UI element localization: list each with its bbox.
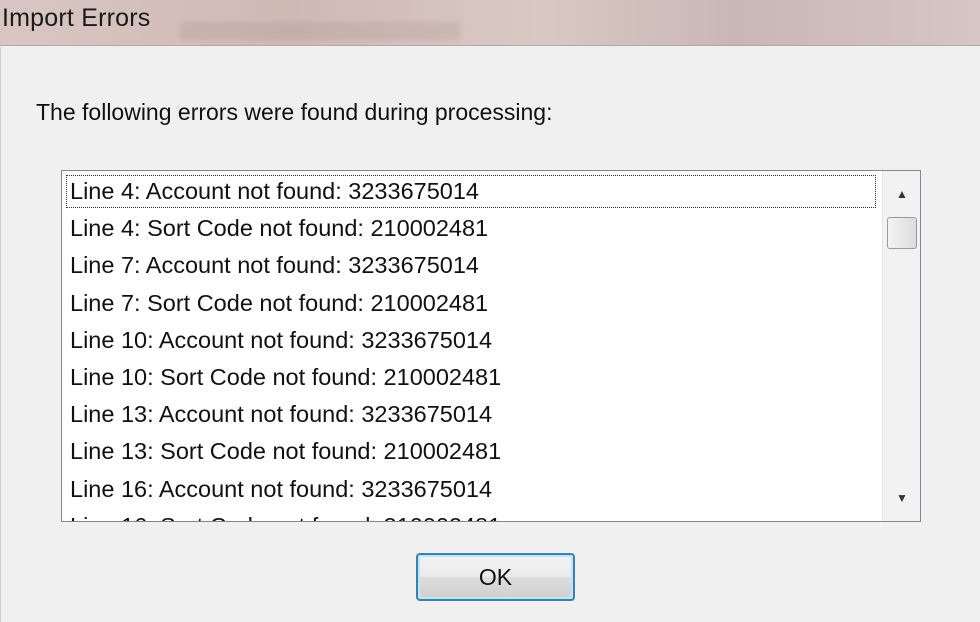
list-item[interactable]: Line 4: Account not found: 3233675014 xyxy=(64,173,878,210)
list-item[interactable]: Line 13: Sort Code not found: 210002481 xyxy=(62,433,880,470)
list-item[interactable]: Line 13: Account not found: 3233675014 xyxy=(62,396,880,433)
background-window-ghost xyxy=(180,22,460,40)
scroll-down-arrow-icon[interactable]: ▼ xyxy=(883,479,920,517)
list-item[interactable]: Line 16: Sort Code not found: 210002481 xyxy=(62,508,880,521)
ok-button[interactable]: OK xyxy=(416,553,575,601)
vertical-scrollbar[interactable]: ▲ ▼ xyxy=(882,171,920,521)
list-item[interactable]: Line 7: Sort Code not found: 210002481 xyxy=(62,285,880,322)
title-bar[interactable]: Import Errors xyxy=(0,0,980,46)
errors-list[interactable]: Line 4: Account not found: 3233675014 Li… xyxy=(62,173,880,521)
window-title: Import Errors xyxy=(2,4,151,32)
scroll-thumb[interactable] xyxy=(887,217,917,249)
list-item[interactable]: Line 10: Account not found: 3233675014 xyxy=(62,322,880,359)
list-item[interactable]: Line 7: Account not found: 3233675014 xyxy=(62,247,880,284)
list-item[interactable]: Line 10: Sort Code not found: 210002481 xyxy=(62,359,880,396)
scroll-up-arrow-icon[interactable]: ▲ xyxy=(883,175,920,213)
list-item[interactable]: Line 16: Account not found: 3233675014 xyxy=(62,471,880,508)
error-prompt: The following errors were found during p… xyxy=(36,99,553,125)
errors-listbox[interactable]: Line 4: Account not found: 3233675014 Li… xyxy=(61,170,921,522)
list-item[interactable]: Line 4: Sort Code not found: 210002481 xyxy=(62,210,880,247)
